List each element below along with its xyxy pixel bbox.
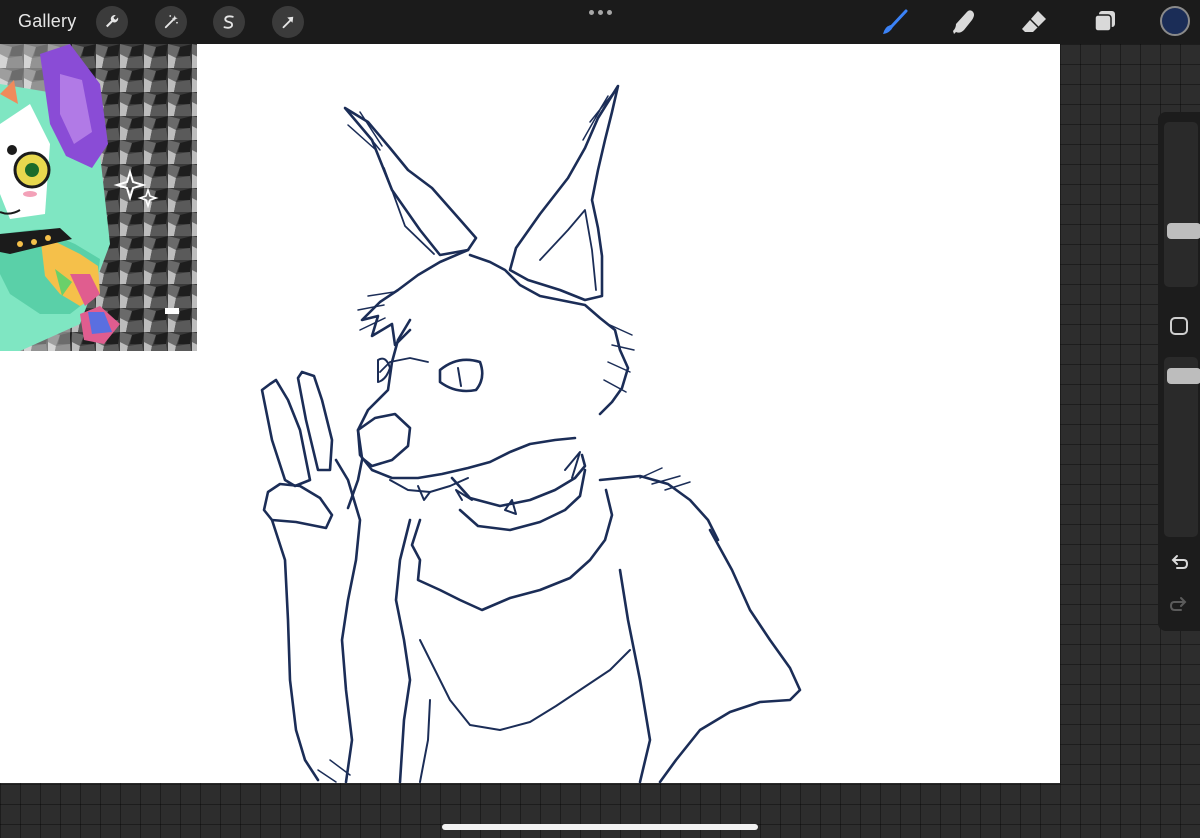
more-dots-icon[interactable] (588, 5, 612, 19)
top-toolbar: Gallery (0, 0, 1200, 44)
home-indicator[interactable] (442, 824, 758, 830)
eraser-tool-button[interactable] (1018, 6, 1050, 38)
gallery-button[interactable]: Gallery (18, 11, 76, 32)
transform-button[interactable] (272, 6, 304, 38)
smudge-finger-icon (953, 10, 974, 35)
magic-wand-icon (164, 15, 178, 29)
reference-artwork (0, 44, 197, 351)
brush-icon (883, 9, 908, 34)
arrow-cursor-icon (282, 16, 294, 29)
sidebar-controls (1158, 112, 1200, 631)
brush-size-thumb[interactable] (1167, 223, 1200, 239)
brush-size-slider[interactable] (1164, 122, 1200, 287)
layers-button[interactable] (1089, 6, 1121, 38)
smudge-tool-button[interactable] (948, 6, 980, 38)
selection-button[interactable] (213, 6, 245, 38)
opacity-slider[interactable] (1164, 357, 1200, 537)
undo-icon[interactable] (1169, 554, 1189, 574)
reference-image[interactable] (0, 44, 197, 351)
opacity-thumb[interactable] (1167, 368, 1200, 384)
color-picker-button[interactable] (1160, 6, 1190, 36)
brush-tool-button[interactable] (878, 6, 910, 38)
wrench-icon (106, 15, 119, 28)
eraser-icon (1022, 11, 1046, 32)
layers-icon (1094, 11, 1115, 32)
adjustments-button[interactable] (155, 6, 187, 38)
modify-button[interactable] (1170, 317, 1188, 335)
actions-button[interactable] (96, 6, 128, 38)
redo-icon[interactable] (1169, 596, 1189, 616)
selection-s-icon (223, 15, 234, 29)
